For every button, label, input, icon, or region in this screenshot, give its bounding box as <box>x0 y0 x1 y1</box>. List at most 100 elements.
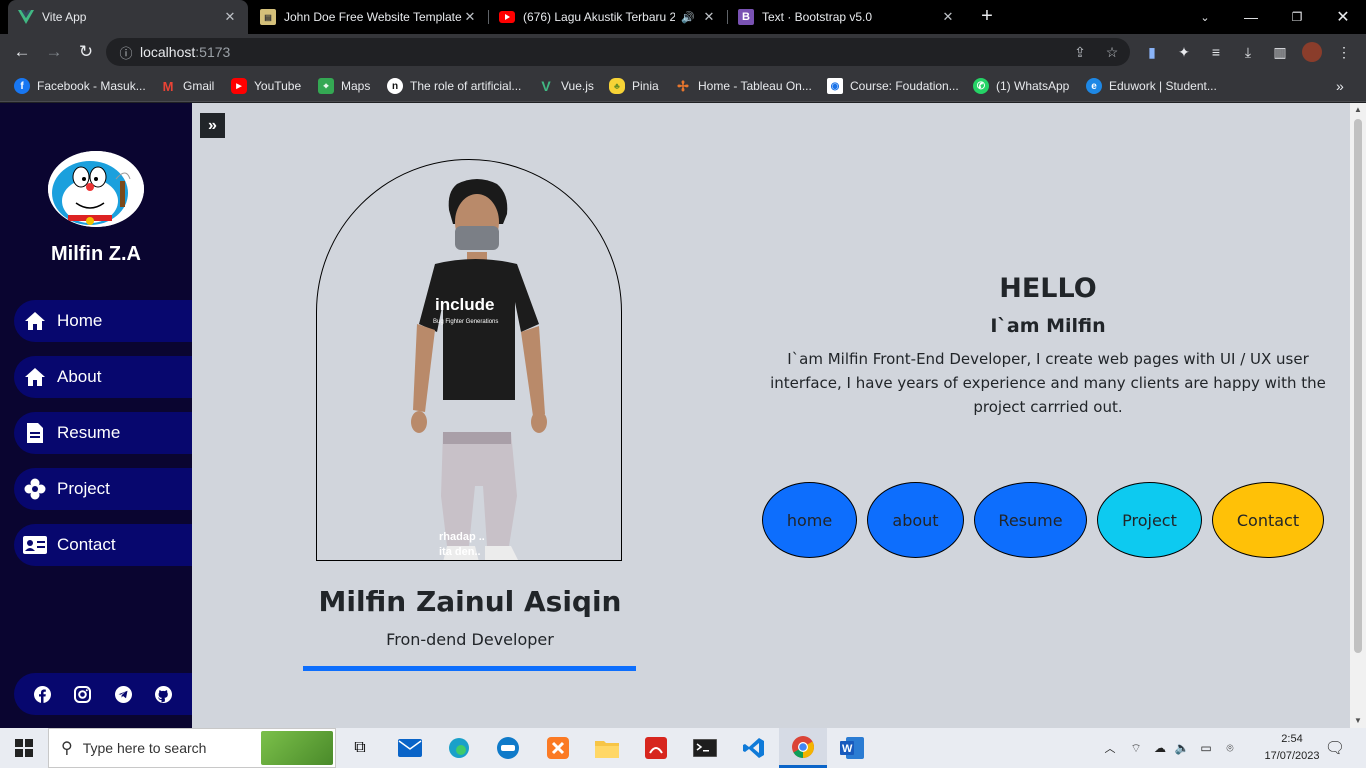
github-icon[interactable] <box>155 685 173 703</box>
site-info-icon[interactable]: ⓘ <box>112 43 140 62</box>
edge-icon[interactable] <box>441 728 477 768</box>
tab-title: Vite App <box>42 10 87 24</box>
extension-docs-icon[interactable]: ▮ <box>1138 38 1166 66</box>
bootstrap-icon: B <box>738 9 754 25</box>
contact-button[interactable]: Contact <box>1212 482 1324 558</box>
minimize-button[interactable]: — <box>1228 0 1274 34</box>
tab-search-icon[interactable]: ⌄ <box>1182 0 1228 34</box>
download-icon[interactable]: ⤓ <box>1234 38 1262 66</box>
bookmarks-bar: f Facebook - Masuk... M Gmail ▶ YouTube ⌖ Ma… <box>0 70 1366 102</box>
speaker-icon[interactable]: 🔊 <box>681 11 695 24</box>
close-icon[interactable]: ✕ <box>462 9 478 25</box>
resume-button[interactable]: Resume <box>974 482 1087 558</box>
project-button[interactable]: Project <box>1097 482 1202 558</box>
acrobat-icon[interactable] <box>638 728 674 768</box>
sidebar-item-home[interactable]: Home <box>14 300 192 342</box>
pinia-icon: ♣ <box>609 78 625 94</box>
tab-john-doe[interactable]: ▤ John Doe Free Website Template ✕ <box>250 0 488 34</box>
about-button[interactable]: about <box>867 482 964 558</box>
scroll-down-arrow-icon[interactable]: ▼ <box>1350 714 1366 728</box>
sidebar-item-resume[interactable]: Resume <box>14 412 192 454</box>
mail-app-icon[interactable] <box>392 728 428 768</box>
windows-start-icon[interactable] <box>0 728 48 768</box>
terminal-icon[interactable] <box>687 728 723 768</box>
clock-time: 2:54 <box>1281 733 1303 745</box>
shirt-print: include <box>435 295 495 314</box>
photo-caption-1: rhadap .. <box>439 531 485 543</box>
bookmark-tableau[interactable]: ✢ Home - Tableau On... <box>675 76 812 96</box>
onedrive-icon[interactable]: ☁ <box>1150 728 1170 768</box>
word-icon[interactable]: W <box>834 728 870 768</box>
chrome-taskbar-icon[interactable] <box>779 728 827 768</box>
side-panel-icon[interactable]: ▥ <box>1266 38 1294 66</box>
task-view-icon[interactable]: ⧉ <box>342 728 378 768</box>
bookmark-label: (1) WhatsApp <box>996 79 1070 93</box>
back-button[interactable]: ← <box>8 38 36 66</box>
taskbar-search[interactable]: ⚲ Type here to search <box>48 728 336 768</box>
tab-vite-app[interactable]: Vite App ✕ <box>8 0 248 34</box>
flower-icon <box>23 477 47 501</box>
network-icon[interactable]: ⌔ <box>1126 728 1146 768</box>
tray-chevron-icon[interactable]: ︿ <box>1100 728 1120 768</box>
page-scrollbar[interactable]: ▲ ▼ <box>1350 103 1366 728</box>
menu-kebab-icon[interactable]: ⋮ <box>1330 38 1358 66</box>
facebook-icon[interactable] <box>33 685 51 703</box>
bookmark-star-icon[interactable]: ☆ <box>1098 38 1126 66</box>
share-icon[interactable]: ⇪ <box>1066 38 1094 66</box>
more-bookmarks-icon[interactable]: » <box>1336 76 1344 96</box>
close-icon[interactable]: ✕ <box>701 9 717 25</box>
close-icon[interactable]: ✕ <box>222 9 238 25</box>
sidebar: Milfin Z.A Home About Resume Project Con… <box>0 103 192 728</box>
bookmark-label: Pinia <box>632 79 659 93</box>
bookmark-pinia[interactable]: ♣ Pinia <box>609 76 659 96</box>
tab-bootstrap[interactable]: B Text · Bootstrap v5.0 ✕ <box>728 0 966 34</box>
bookmark-youtube[interactable]: ▶ YouTube <box>231 76 301 96</box>
profile-avatar-image <box>48 151 144 227</box>
photo-caption-2: ita den.. <box>439 546 481 558</box>
sidebar-item-about[interactable]: About <box>14 356 192 398</box>
tab-youtube[interactable]: (676) Lagu Akustik Terbaru 20 🔊 ✕ <box>489 0 727 34</box>
sidebar-item-contact[interactable]: Contact <box>14 524 192 566</box>
home-button[interactable]: home <box>762 482 857 558</box>
new-tab-button[interactable]: + <box>976 5 998 27</box>
close-window-button[interactable]: ✕ <box>1320 0 1366 34</box>
scroll-up-arrow-icon[interactable]: ▲ <box>1350 103 1366 117</box>
restore-button[interactable]: ❐ <box>1274 0 1320 34</box>
bookmark-whatsapp[interactable]: ✆ (1) WhatsApp <box>973 76 1069 96</box>
profile-avatar[interactable] <box>1298 38 1326 66</box>
volume-icon[interactable]: 🔈 <box>1172 728 1192 768</box>
meet-now-icon[interactable]: ⌾ <box>1220 728 1240 768</box>
notification-icon[interactable]: 🗨 <box>1320 728 1350 768</box>
close-icon[interactable]: ✕ <box>940 9 956 25</box>
bookmark-facebook[interactable]: f Facebook - Masuk... <box>14 76 146 96</box>
address-bar[interactable]: ⓘ localhost:5173 ⇪ ☆ <box>106 38 1130 66</box>
vscode-icon[interactable] <box>736 728 772 768</box>
reload-button[interactable]: ↻ <box>72 38 100 66</box>
bookmark-maps[interactable]: ⌖ Maps <box>318 76 370 96</box>
sidebar-item-project[interactable]: Project <box>14 468 192 510</box>
search-icon: ⚲ <box>61 740 73 757</box>
media-control-icon[interactable]: ≡ <box>1202 38 1230 66</box>
bookmark-label: Facebook - Masuk... <box>37 79 146 93</box>
telegram-icon[interactable] <box>114 685 132 703</box>
bookmark-eduwork[interactable]: e Eduwork | Student... <box>1086 76 1217 96</box>
battery-icon[interactable]: ▭ <box>1196 728 1216 768</box>
taskbar-clock[interactable]: 2:54 17/07/2023 <box>1258 731 1326 765</box>
xampp-icon[interactable] <box>540 728 576 768</box>
sidebar-item-label: About <box>57 367 102 386</box>
file-explorer-icon[interactable] <box>589 728 625 768</box>
home-icon <box>23 309 47 333</box>
instagram-icon[interactable] <box>74 685 92 703</box>
bookmark-gmail[interactable]: M Gmail <box>160 76 215 96</box>
extensions-puzzle-icon[interactable]: ✦ <box>1170 38 1198 66</box>
sidebar-item-label: Resume <box>57 423 121 442</box>
bookmark-course[interactable]: ◉ Course: Foudation... <box>827 76 959 96</box>
vue-icon <box>18 9 34 25</box>
sidebar-toggle-button[interactable]: » <box>200 113 225 138</box>
browser-app-icon[interactable] <box>490 728 526 768</box>
whatsapp-icon: ✆ <box>973 78 989 94</box>
bookmark-ai-article[interactable]: n The role of artificial... <box>387 76 521 96</box>
bookmark-vue[interactable]: V Vue.js <box>538 76 594 96</box>
scroll-thumb[interactable] <box>1354 119 1362 653</box>
forward-button[interactable]: → <box>40 38 68 66</box>
